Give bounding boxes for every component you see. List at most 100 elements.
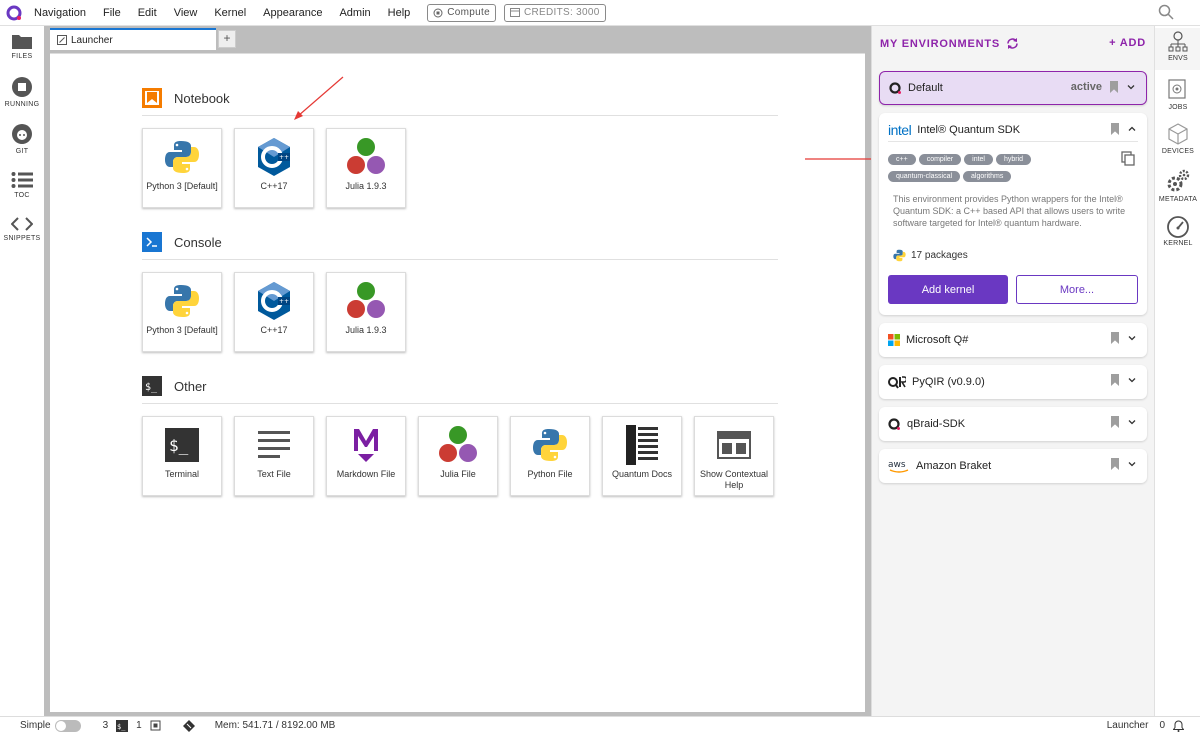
tag[interactable]: c++ — [888, 154, 916, 165]
card-label: Python File — [527, 469, 573, 479]
chevron-down-icon[interactable] — [1127, 459, 1137, 469]
bookmark-icon[interactable] — [1111, 374, 1119, 386]
bookmark-icon[interactable] — [1111, 123, 1119, 135]
docs-icon — [626, 425, 658, 465]
new-launcher-button[interactable]: + — [218, 30, 236, 48]
env-amazon-braket[interactable]: aws Amazon Braket — [879, 449, 1147, 483]
sidebar-item-label: GIT — [15, 148, 29, 155]
env-qbraid-sdk[interactable]: qBraid-SDK — [879, 407, 1147, 441]
add-environment-button[interactable]: + ADD — [1109, 37, 1146, 49]
card-markdown-file[interactable]: Markdown File — [326, 416, 406, 496]
chevron-up-icon[interactable] — [1127, 124, 1137, 134]
card-notebook-julia[interactable]: Julia 1.9.3 — [326, 128, 406, 208]
sidebar-item-metadata[interactable]: METADATA — [1155, 168, 1200, 203]
card-notebook-python[interactable]: Python 3 [Default] — [142, 128, 222, 208]
julia-icon — [347, 138, 385, 174]
sidebar-item-jobs[interactable]: JOBS — [1155, 78, 1200, 111]
env-microsoft-qsharp[interactable]: Microsoft Q# — [879, 323, 1147, 357]
julia-icon — [439, 426, 477, 462]
bell-icon[interactable] — [1173, 719, 1184, 732]
terminal-icon: $_ — [165, 428, 199, 462]
search-icon[interactable] — [1158, 4, 1174, 20]
menu-view[interactable]: View — [174, 7, 198, 19]
chevron-down-icon[interactable] — [1127, 333, 1137, 343]
chevron-down-icon[interactable] — [1127, 375, 1137, 385]
menu-edit[interactable]: Edit — [138, 7, 157, 19]
add-kernel-button[interactable]: Add kernel — [888, 275, 1008, 304]
sidebar-item-git[interactable]: GIT — [0, 123, 44, 155]
bookmark-icon[interactable] — [1111, 458, 1119, 470]
credit-card-icon — [509, 8, 520, 17]
svg-text:$_: $_ — [169, 436, 189, 455]
sidebar-item-running[interactable]: RUNNING — [0, 76, 44, 108]
gauge-icon — [1167, 216, 1189, 238]
help-icon — [717, 431, 751, 459]
card-label: Markdown File — [336, 469, 396, 479]
env-pyqir[interactable]: PyQIR (v0.9.0) — [879, 365, 1147, 399]
card-label: Julia 1.9.3 — [345, 325, 387, 335]
sidebar-item-kernel[interactable]: KERNEL — [1155, 216, 1200, 247]
bookmark-icon[interactable] — [1111, 332, 1119, 344]
refresh-icon[interactable] — [1006, 37, 1019, 50]
left-sidebar: FILES RUNNING GIT TOC SNIPPETS — [0, 26, 44, 716]
terminal-status-icon[interactable]: $_ — [116, 719, 129, 732]
card-label: Julia File — [440, 469, 476, 479]
credits-label: CREDITS: 3000 — [523, 7, 600, 18]
tag[interactable]: compiler — [918, 154, 962, 165]
menu-navigation[interactable]: Navigation — [34, 7, 86, 19]
chevron-down-icon[interactable] — [1127, 417, 1137, 427]
card-console-python[interactable]: Python 3 [Default] — [142, 272, 222, 352]
tag[interactable]: algorithms — [963, 171, 1012, 182]
copy-icon[interactable] — [1121, 151, 1135, 166]
menu-kernel[interactable]: Kernel — [214, 7, 246, 19]
qbraid-logo-icon[interactable] — [6, 5, 22, 21]
simple-mode-toggle[interactable] — [54, 719, 81, 732]
sidebar-item-label: RUNNING — [4, 101, 40, 108]
sidebar-item-toc[interactable]: TOC — [0, 171, 44, 199]
menu-help[interactable]: Help — [388, 7, 411, 19]
env-packages[interactable]: 17 packages — [893, 249, 968, 262]
section-other: $_ Other — [142, 376, 207, 396]
card-quantum-docs[interactable]: Quantum Docs — [602, 416, 682, 496]
tag[interactable]: intel — [964, 154, 993, 165]
menu-admin[interactable]: Admin — [339, 7, 370, 19]
github-icon — [12, 124, 32, 144]
terminals-count: 3 — [102, 720, 109, 731]
card-notebook-cpp[interactable]: ++ C++17 — [234, 128, 314, 208]
git-branch-icon[interactable] — [182, 719, 195, 732]
sidebar-item-devices[interactable]: DEVICES — [1155, 122, 1200, 155]
sidebar-item-label: SNIPPETS — [3, 235, 41, 242]
tab-bar: Launcher + — [50, 28, 236, 50]
kernels-count: 1 — [136, 720, 142, 731]
bookmark-icon[interactable] — [1111, 416, 1119, 428]
card-julia-file[interactable]: Julia File — [418, 416, 498, 496]
env-header[interactable]: intel Intel® Quantum SDK — [888, 122, 1020, 138]
tag[interactable]: hybrid — [995, 154, 1032, 165]
sidebar-item-files[interactable]: FILES — [0, 32, 44, 60]
card-console-cpp[interactable]: ++ C++17 — [234, 272, 314, 352]
tag[interactable]: quantum-classical — [888, 171, 961, 182]
more-button[interactable]: More... — [1016, 275, 1138, 304]
menu-bar: Navigation File Edit View Kernel Appeara… — [0, 0, 1200, 26]
menu-file[interactable]: File — [103, 7, 121, 19]
env-default[interactable]: Default active — [879, 71, 1147, 105]
sidebar-item-label: FILES — [11, 53, 33, 60]
card-console-julia[interactable]: Julia 1.9.3 — [326, 272, 406, 352]
sitemap-icon — [1168, 31, 1188, 52]
python-icon — [533, 429, 567, 461]
card-label: Text File — [257, 469, 291, 479]
card-python-file[interactable]: Python File — [510, 416, 590, 496]
menu-appearance[interactable]: Appearance — [263, 7, 322, 19]
chevron-down-icon[interactable] — [1126, 82, 1136, 92]
card-text-file[interactable]: Text File — [234, 416, 314, 496]
divider — [888, 141, 1138, 142]
card-contextual-help[interactable]: Show Contextual Help — [694, 416, 774, 496]
kernel-status-icon[interactable] — [150, 720, 161, 731]
compute-button[interactable]: Compute — [427, 3, 496, 22]
sidebar-item-envs[interactable]: ENVS — [1155, 28, 1200, 70]
card-terminal[interactable]: $_ Terminal — [142, 416, 222, 496]
credits-badge[interactable]: CREDITS: 3000 — [503, 3, 606, 22]
sidebar-item-snippets[interactable]: SNIPPETS — [0, 216, 44, 242]
tab-launcher[interactable]: Launcher — [50, 28, 216, 50]
bookmark-icon[interactable] — [1110, 81, 1118, 93]
